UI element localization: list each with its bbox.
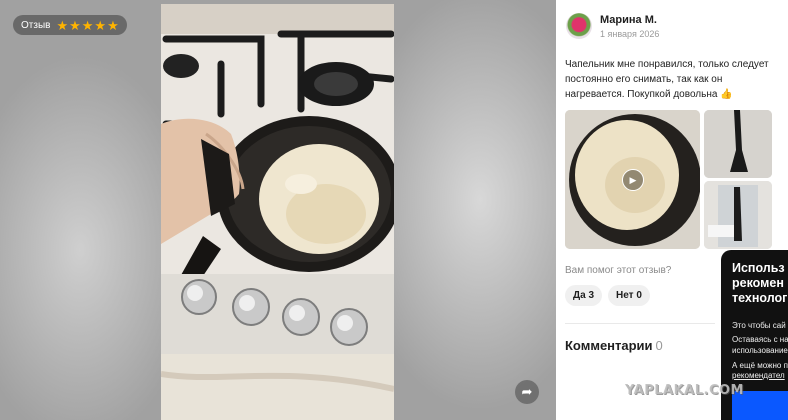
review-author: Марина М. 1 января 2026	[566, 13, 659, 40]
play-icon[interactable]: ▶	[622, 169, 644, 191]
star-icon: ★	[81, 17, 94, 33]
vote-no-button[interactable]: Нет 0	[608, 285, 650, 306]
review-text-line: постоянно его снимать, так как он	[565, 74, 723, 85]
photo-thumbnail-image	[704, 181, 772, 249]
review-text: Чапельник мне понравился, только следует…	[565, 57, 779, 102]
share-icon: ➦	[521, 384, 533, 399]
watermark: YAPLAKAL.COM	[625, 383, 744, 398]
review-photo[interactable]	[161, 4, 394, 420]
author-name[interactable]: Марина М.	[600, 13, 659, 27]
comments-label: Комментарии	[565, 338, 653, 353]
helpful-question: Вам помог этот отзыв?	[565, 265, 672, 276]
review-photo-image	[161, 4, 394, 420]
photo-thumbnail[interactable]	[704, 181, 772, 249]
star-icon: ★	[69, 17, 81, 33]
photo-thumbnail[interactable]	[704, 110, 772, 178]
video-thumbnail[interactable]: ▶	[565, 110, 700, 249]
comments-heading[interactable]: Комментарии 0	[565, 338, 663, 353]
photo-thumbnail-image	[704, 110, 772, 178]
star-icon: ★	[94, 17, 107, 33]
divider	[565, 323, 715, 324]
review-text-line: Чапельник мне понравился, только следует	[565, 59, 769, 70]
popup-title: Использ рекомен технолог	[732, 261, 788, 305]
vote-yes-button[interactable]: Да 3	[565, 285, 603, 306]
media-viewer: Отзыв ★ ★ ★ ★ ★ ➦	[0, 0, 556, 420]
star-icon: ★	[56, 17, 69, 33]
review-media-thumbnails: ▶	[565, 110, 772, 249]
helpful-votes: Да 3 Нет 0	[565, 285, 650, 306]
avatar[interactable]	[566, 13, 592, 39]
review-text-line: нагревается. Покупкой довольна 👍	[565, 89, 733, 100]
popup-text: Это чтобы сай	[732, 321, 786, 330]
rating-label: Отзыв	[21, 19, 51, 31]
review-rating-badge: Отзыв ★ ★ ★ ★ ★	[13, 15, 127, 35]
review-date: 1 января 2026	[600, 29, 660, 39]
rating-stars: ★ ★ ★ ★ ★	[56, 19, 118, 32]
popup-link[interactable]: рекомендател	[732, 370, 788, 382]
popup-text: использование	[732, 346, 788, 355]
comments-count: 0	[655, 338, 663, 353]
share-button[interactable]: ➦	[515, 380, 539, 404]
star-icon: ★	[107, 17, 119, 33]
